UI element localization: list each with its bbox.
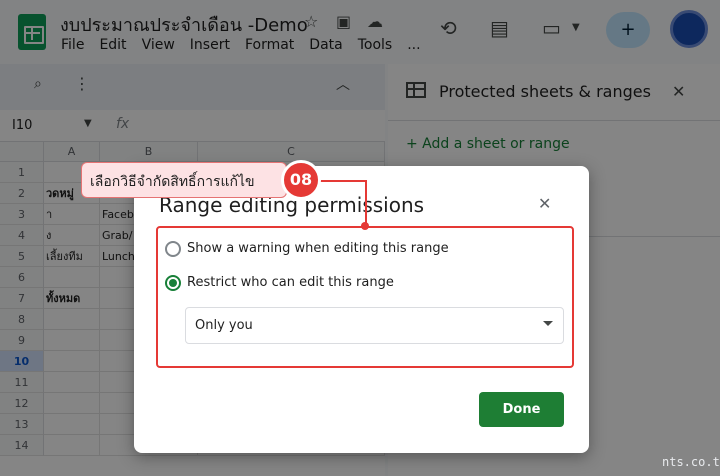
done-button[interactable]: Done — [479, 392, 564, 427]
step-badge: 08 — [281, 160, 321, 200]
annotation-callout: เลือกวิธีจำกัดสิทธิ์การแก้ไข — [81, 162, 287, 198]
callout-dot — [361, 222, 369, 230]
modal-backdrop — [0, 0, 720, 64]
watermark: nts.co.th — [662, 455, 720, 469]
close-icon[interactable]: ✕ — [538, 194, 551, 213]
annotation-text: เลือกวิธีจำกัดสิทธิ์การแก้ไข — [90, 174, 255, 190]
callout-line — [365, 180, 367, 226]
highlight-box — [156, 226, 574, 368]
